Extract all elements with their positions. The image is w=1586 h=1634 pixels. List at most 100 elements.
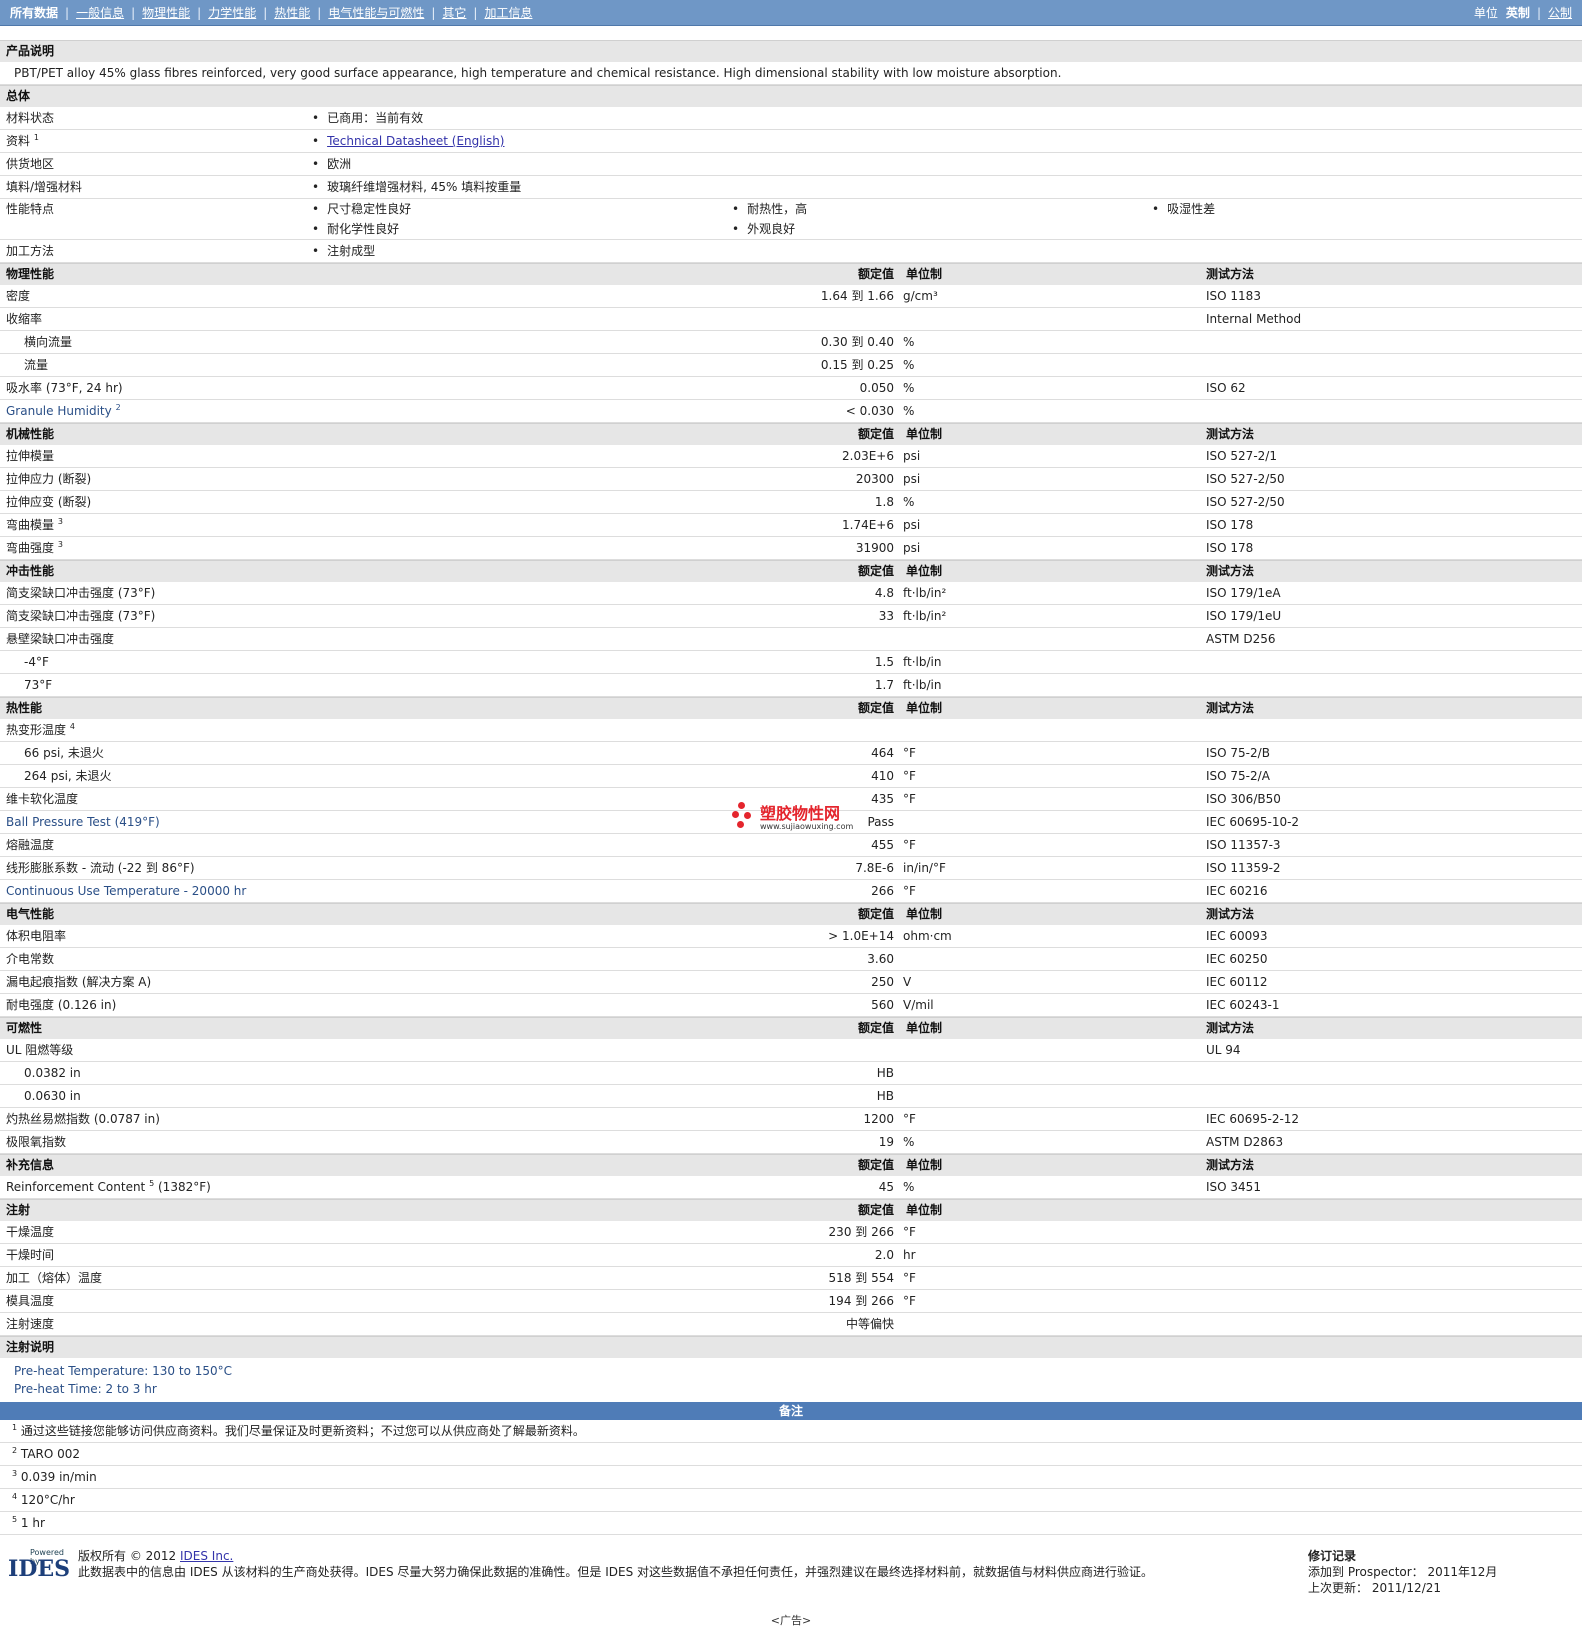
nav-link[interactable]: 加工信息 (484, 4, 532, 21)
feature-item: 耐热性，高 (732, 199, 1152, 219)
property-value: 1.7 (874, 678, 894, 692)
note-text: 通过这些链接您能够访问供应商资料。我们尽量保证及时更新资料；不过您可以从供应商处… (20, 1424, 585, 1438)
test-method: IEC 60093 (1200, 925, 1582, 948)
test-method: IEC 60695-2-12 (1200, 1107, 1582, 1131)
test-method: ISO 3451 (1200, 1176, 1582, 1199)
table-row: 漏电起痕指数 (解决方案 A) 250 V IEC 60112 (0, 970, 1582, 994)
added-label: 添加到 Prospector： (1308, 1565, 1424, 1579)
property-label: 0.0630 in (24, 1089, 81, 1103)
property-value: 435 (871, 792, 894, 806)
test-method: ISO 527-2/50 (1200, 467, 1582, 491)
updated-label: 上次更新： (1308, 1581, 1369, 1595)
advert-label: <广告> (770, 1614, 812, 1627)
property-label: 介电常数 (6, 952, 55, 966)
property-value: 194 到 266 (828, 1294, 894, 1308)
datasheet-page: 所有数据 | 一般信息 | 物理性能 | 力学性能 | 热性能 | 电气性能与可燃性 | 其它 | 加工信息… (0, 0, 1582, 1535)
table-row: 注射速度 中等偏快 (0, 1312, 1582, 1336)
property-unit: ft·lb/in (900, 673, 1200, 697)
property-value: 2.0 (874, 1248, 894, 1262)
nav-link[interactable]: 所有数据 (10, 4, 58, 21)
property-label: 加工（熔体）温度 (6, 1271, 103, 1285)
feature-item: 吸湿性差 (1152, 199, 1572, 219)
unit-header: 单位制 (900, 1154, 1200, 1176)
property-unit (900, 1312, 1200, 1336)
note-text: 120°C/hr (20, 1493, 75, 1507)
test-method: ISO 75-2/A (1200, 764, 1582, 788)
nominal-header: 额定值 (857, 1203, 894, 1217)
method-header: 测试方法 (1200, 1154, 1582, 1176)
nav-link[interactable]: 电气性能与可燃性 (328, 4, 424, 21)
table-row: 0.0630 in HB (0, 1084, 1582, 1108)
test-method (1200, 330, 1582, 354)
table-row: 悬壁梁缺口冲击强度 ASTM D256 (0, 627, 1582, 651)
ides-logo: Powered by IDES (8, 1548, 71, 1582)
table-row: 简支梁缺口冲击强度 (73°F) 4.8 ft·lb/in² ISO 179/1eA (0, 582, 1582, 605)
property-label: 模具温度 (6, 1294, 55, 1308)
mechanical-table: 机械性能 额定值 单位制 测试方法 拉伸模量 2.03E+6 psi ISO 527-2/1 拉… (0, 423, 1582, 560)
property-unit: % (900, 330, 1200, 354)
note-text: 0.039 in/min (20, 1470, 97, 1484)
property-unit (900, 719, 1200, 742)
property-unit: ft·lb/in (900, 650, 1200, 674)
general-table: 总体 材料状态 已商用：当前有效 资料 1 Technical Datashee… (0, 85, 1582, 263)
test-method: Internal Method (1200, 307, 1582, 331)
section-flammability: 可燃性 额定值 (0, 1017, 900, 1039)
section-thermal: 热性能 额定值 (0, 697, 900, 719)
test-method (1200, 1243, 1582, 1267)
technical-datasheet-link[interactable]: Technical Datasheet (English) (327, 134, 504, 148)
property-label: 简支梁缺口冲击强度 (73°F) (6, 586, 156, 600)
method-header (1200, 1199, 1582, 1221)
property-value: 1.5 (874, 655, 894, 669)
ides-company-link[interactable]: IDES Inc. (180, 1549, 233, 1563)
property-unit: psi (900, 467, 1200, 491)
property-label: 注射速度 (6, 1317, 55, 1331)
injection-note: Pre-heat Time: 2 to 3 hr (14, 1382, 157, 1396)
nav-link[interactable]: 热性能 (274, 4, 310, 21)
unit-metric-link[interactable]: 公制 (1548, 4, 1572, 21)
property-unit (900, 1084, 1200, 1108)
property-value: 7.8E-6 (855, 861, 894, 875)
section-mechanical: 机械性能 额定值 (0, 423, 900, 445)
property-label: Ball Pressure Test (419°F) (6, 815, 160, 829)
property-value: 250 (871, 975, 894, 989)
nominal-header: 额定值 (857, 1158, 894, 1172)
table-row: 73°F 1.7 ft·lb/in (0, 673, 1582, 697)
table-row: 耐电强度 (0.126 in) 560 V/mil IEC 60243-1 (0, 993, 1582, 1017)
nav-link[interactable]: 物理性能 (142, 4, 190, 21)
property-label: Reinforcement Content 5 (1382°F) (6, 1179, 211, 1195)
test-method: ISO 179/1eU (1200, 604, 1582, 628)
test-method: ISO 62 (1200, 376, 1582, 400)
property-label: 漏电起痕指数 (解决方案 A) (6, 975, 152, 989)
test-method: ISO 11357-3 (1200, 833, 1582, 857)
unit-imperial[interactable]: 英制 (1506, 4, 1530, 21)
property-value: 464 (871, 746, 894, 760)
injection-table: 注射 额定值 单位制 干燥温度 230 到 266 °F 干燥时间 2.0 hr 加工（熔体）温度… (0, 1199, 1582, 1336)
injection-notes-table: 注射说明 Pre-heat Temperature: 130 to 150°C … (0, 1336, 1582, 1402)
property-unit (900, 810, 1200, 834)
filler-label: 填料/增强材料 (0, 175, 306, 199)
property-value: 0.30 到 0.40 (820, 335, 894, 349)
nav-link[interactable]: 力学性能 (208, 4, 256, 21)
property-label: 拉伸应力 (断裂) (6, 472, 92, 486)
property-value: 3.60 (867, 952, 894, 966)
table-row: 极限氧指数 19% ASTM D2863 (0, 1130, 1582, 1154)
table-row: 模具温度 194 到 266 °F (0, 1289, 1582, 1313)
table-row: -4°F 1.5 ft·lb/in (0, 650, 1582, 674)
unit-header: 单位制 (900, 903, 1200, 925)
table-row: 熔融温度 455 °F ISO 11357-3 (0, 833, 1582, 857)
note-number: 4 (12, 1492, 18, 1501)
nominal-header: 额定值 (857, 1021, 894, 1035)
material-status: 已商用：当前有效 (312, 111, 423, 125)
property-label: 吸水率 (73°F, 24 hr) (6, 381, 123, 395)
nav-link[interactable]: 其它 (442, 4, 466, 21)
property-value: 19 (878, 1135, 894, 1149)
nav-link[interactable]: 一般信息 (76, 4, 124, 21)
property-label: 拉伸模量 (6, 449, 55, 463)
product-description-table: 产品说明 PBT/PET alloy 45% glass fibres rein… (0, 40, 1582, 85)
process-value: 注射成型 (312, 244, 375, 258)
process-label: 加工方法 (0, 239, 306, 263)
test-method (1200, 673, 1582, 697)
table-row: 收缩率 Internal Method (0, 307, 1582, 331)
property-unit: °F (900, 1266, 1200, 1290)
test-method: ISO 11359-2 (1200, 856, 1582, 880)
